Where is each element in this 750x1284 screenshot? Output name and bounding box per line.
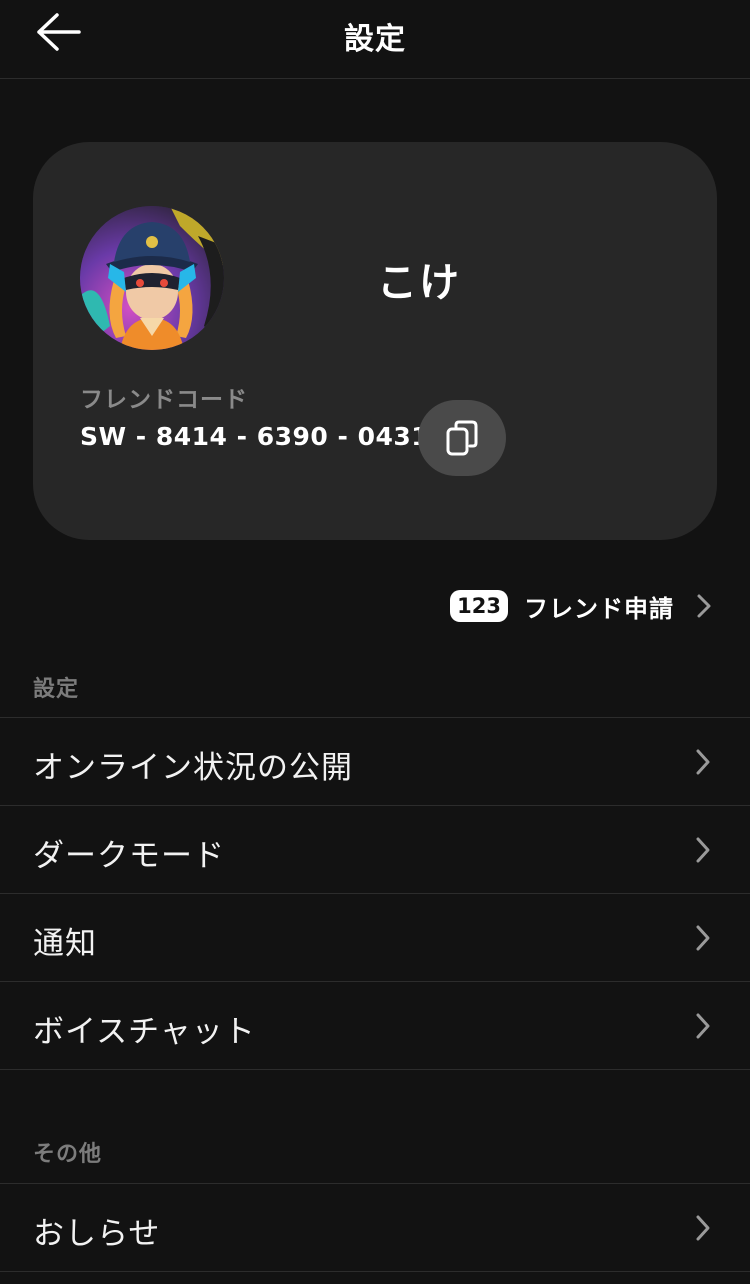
chevron-right-icon bbox=[696, 925, 710, 951]
top-bar: 設定 bbox=[0, 0, 750, 79]
chevron-right-icon bbox=[697, 594, 711, 618]
voice-chat-item[interactable]: ボイスチャット bbox=[0, 982, 750, 1070]
avatar[interactable] bbox=[80, 206, 224, 350]
friend-code-label: フレンドコード bbox=[80, 387, 248, 413]
list-item-label: ダークモード bbox=[33, 838, 225, 874]
chevron-right-icon bbox=[696, 837, 710, 863]
page-title: 設定 bbox=[344, 22, 406, 57]
list-item-label: オンライン状況の公開 bbox=[33, 750, 353, 786]
chevron-right-icon bbox=[696, 1215, 710, 1241]
profile-card: こけ フレンドコード SW - 8414 - 6390 - 0431 bbox=[33, 142, 717, 540]
other-list: おしらせ bbox=[0, 1183, 750, 1272]
friend-requests-link[interactable]: 123 フレンド申請 bbox=[450, 586, 712, 626]
online-status-visibility-item[interactable]: オンライン状況の公開 bbox=[0, 718, 750, 806]
avatar-illustration bbox=[80, 206, 224, 350]
friend-requests-label: フレンド申請 bbox=[524, 594, 674, 623]
list-item-label: おしらせ bbox=[33, 1216, 161, 1252]
notifications-item[interactable]: 通知 bbox=[0, 894, 750, 982]
settings-section-label: 設定 bbox=[33, 677, 80, 702]
friend-request-count-badge: 123 bbox=[450, 590, 508, 622]
list-item-label: ボイスチャット bbox=[33, 1014, 256, 1050]
copy-icon bbox=[446, 420, 478, 456]
other-section-label: その他 bbox=[33, 1142, 103, 1167]
announcements-item[interactable]: おしらせ bbox=[0, 1184, 750, 1272]
copy-friend-code-button[interactable] bbox=[418, 400, 506, 476]
dark-mode-item[interactable]: ダークモード bbox=[0, 806, 750, 894]
chevron-right-icon bbox=[696, 749, 710, 775]
username: こけ bbox=[377, 260, 461, 306]
chevron-right-icon bbox=[696, 1013, 710, 1039]
list-item-label: 通知 bbox=[33, 926, 97, 962]
friend-code: SW - 8414 - 6390 - 0431 bbox=[80, 422, 430, 451]
settings-list: オンライン状況の公開 ダークモード 通知 ボイスチャット bbox=[0, 717, 750, 1070]
